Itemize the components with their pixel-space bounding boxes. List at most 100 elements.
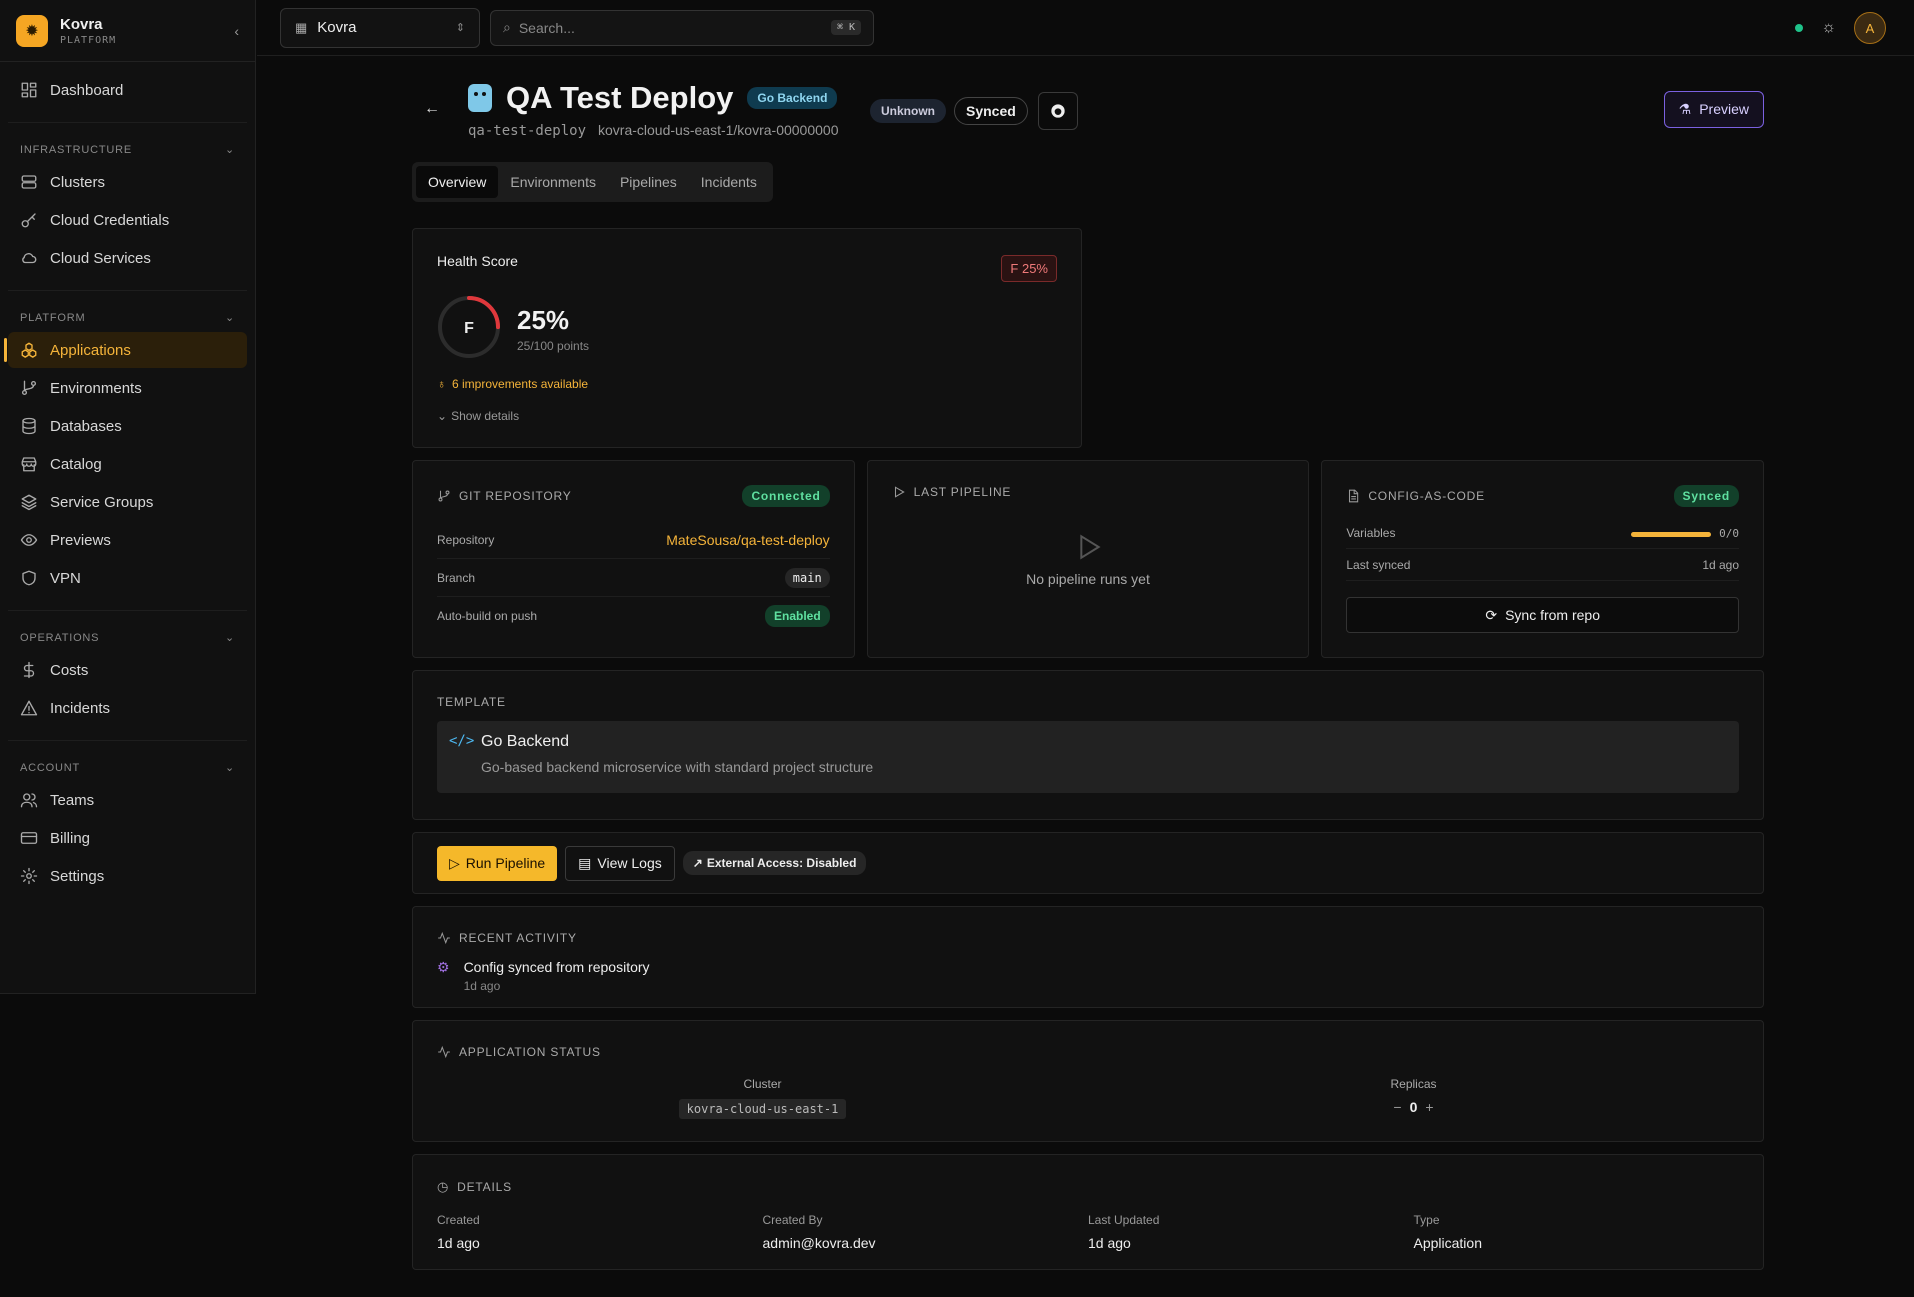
sidebar-item-service-groups[interactable]: Service Groups bbox=[8, 484, 247, 520]
template-badge: Go Backend bbox=[747, 87, 838, 109]
activity-title: Config synced from repository bbox=[463, 959, 650, 975]
sidebar-item-label: Clusters bbox=[50, 173, 106, 191]
sync-from-repo-button[interactable]: ⟳ Sync from repo bbox=[1346, 597, 1740, 633]
sidebar: ✹ Kovra PLATFORM ‹ Dashboard INFRASTRUCT… bbox=[0, 0, 256, 994]
improvements-label: 6 improvements available bbox=[452, 377, 589, 391]
sidebar-item-incidents[interactable]: Incidents bbox=[8, 690, 247, 726]
refresh-icon: ⟳ bbox=[1485, 606, 1498, 623]
back-arrow-icon[interactable]: ← bbox=[424, 100, 440, 118]
tab-pipelines[interactable]: Pipelines bbox=[608, 166, 689, 198]
view-logs-button[interactable]: ▤ View Logs bbox=[565, 845, 675, 881]
github-button[interactable] bbox=[1037, 92, 1078, 130]
sidebar-item-label: Incidents bbox=[50, 699, 111, 717]
section-title: INFRASTRUCTURE bbox=[20, 143, 133, 156]
sidebar-item-settings[interactable]: Settings bbox=[8, 858, 247, 894]
code-icon: </> bbox=[449, 733, 475, 749]
search-input[interactable]: ⌕ Search... ⌘ K bbox=[490, 9, 874, 46]
activity-icon bbox=[438, 931, 450, 945]
tab-incidents[interactable]: Incidents bbox=[689, 166, 769, 198]
sidebar-item-clusters[interactable]: Clusters bbox=[8, 164, 247, 200]
template-item[interactable]: </> Go Backend Go-based backend microser… bbox=[437, 721, 1739, 793]
sidebar-item-billing[interactable]: Billing bbox=[8, 820, 247, 856]
empty-state-text: No pipeline runs yet bbox=[1026, 571, 1150, 587]
credit-card-icon bbox=[20, 832, 38, 844]
play-icon bbox=[1080, 534, 1101, 560]
increment-button[interactable]: + bbox=[1425, 1099, 1433, 1115]
sidebar-item-cloud-credentials[interactable]: Cloud Credentials bbox=[8, 202, 247, 238]
repository-link[interactable]: MateSousa/qa-test-deploy bbox=[666, 532, 829, 548]
dashboard-icon bbox=[21, 82, 37, 98]
section-infrastructure[interactable]: INFRASTRUCTURE ⌄ bbox=[8, 122, 247, 160]
sidebar-item-environments[interactable]: Environments bbox=[8, 370, 247, 406]
branch-label: Branch bbox=[437, 570, 476, 585]
show-details-toggle[interactable]: ⌄ Show details bbox=[437, 409, 519, 423]
org-switcher[interactable]: ▦ Kovra ⇕ bbox=[280, 7, 480, 48]
avatar[interactable]: A bbox=[1854, 12, 1886, 44]
cloud-icon bbox=[22, 253, 37, 264]
cluster-chip: kovra-cloud-us-east-1 bbox=[678, 1099, 847, 1119]
branch-chip: main bbox=[784, 567, 830, 588]
variables-label: Variables bbox=[1346, 525, 1396, 540]
page-title: QA Test Deploy bbox=[506, 80, 734, 115]
section-operations[interactable]: OPERATIONS ⌄ bbox=[8, 610, 247, 648]
run-pipeline-button[interactable]: ▷ Run Pipeline bbox=[437, 845, 558, 881]
branch-row: Branch main bbox=[437, 559, 830, 597]
building-icon: ▦ bbox=[295, 19, 308, 35]
decrement-button[interactable]: − bbox=[1393, 1099, 1401, 1115]
variables-row: Variables 0/0 bbox=[1346, 517, 1740, 549]
gear-icon: ⚙ bbox=[437, 959, 450, 975]
key-icon bbox=[21, 213, 36, 228]
last-synced-label: Last synced bbox=[1346, 557, 1411, 572]
section-account[interactable]: ACCOUNT ⌄ bbox=[8, 740, 247, 778]
sidebar-item-databases[interactable]: Databases bbox=[8, 408, 247, 444]
lightbulb-icon: ♁ bbox=[437, 377, 446, 391]
sidebar-item-label: Billing bbox=[50, 829, 91, 847]
sun-icon[interactable]: ☼ bbox=[1821, 19, 1836, 37]
brand-subtitle: PLATFORM bbox=[60, 34, 117, 46]
sidebar-item-costs[interactable]: Costs bbox=[8, 652, 247, 688]
external-link-icon: ↗ bbox=[692, 856, 703, 870]
card-title: APPLICATION STATUS bbox=[459, 1045, 601, 1059]
tab-environments[interactable]: Environments bbox=[498, 166, 608, 198]
main-content: ← QA Test Deploy Go Backend qa-test-depl… bbox=[412, 56, 1765, 1270]
collapse-sidebar-icon[interactable]: ‹ bbox=[234, 23, 239, 39]
gear-icon bbox=[20, 867, 38, 885]
chevron-updown-icon: ⇕ bbox=[455, 22, 465, 34]
search-placeholder: Search... bbox=[518, 19, 575, 36]
sidebar-item-cloud-services[interactable]: Cloud Services bbox=[8, 240, 247, 276]
sidebar-item-previews[interactable]: Previews bbox=[8, 522, 247, 558]
sidebar-item-label: Dashboard bbox=[50, 81, 124, 99]
file-icon: ▤ bbox=[578, 854, 592, 871]
org-name: Kovra bbox=[317, 19, 357, 36]
sidebar-item-catalog[interactable]: Catalog bbox=[8, 446, 247, 482]
details-card: ◷ DETAILS Created 1d ago Created By admin@k… bbox=[412, 1154, 1764, 1270]
shortcut-hint: ⌘ K bbox=[830, 20, 861, 35]
sidebar-item-label: Databases bbox=[50, 417, 122, 435]
repository-row: Repository MateSousa/qa-test-deploy bbox=[437, 521, 830, 559]
flask-icon: ⚗ bbox=[1678, 101, 1692, 117]
sidebar-item-dashboard[interactable]: Dashboard bbox=[8, 72, 247, 108]
sidebar-item-vpn[interactable]: VPN bbox=[8, 560, 247, 596]
tabs: Overview Environments Pipelines Incident… bbox=[412, 162, 773, 202]
chevron-down-icon: ⌄ bbox=[224, 312, 235, 324]
improvements-link[interactable]: ♁ 6 improvements available bbox=[437, 377, 588, 391]
sidebar-item-applications[interactable]: Applications bbox=[4, 332, 247, 368]
variables-bar bbox=[1631, 531, 1712, 537]
sidebar-item-label: Cloud Credentials bbox=[50, 211, 170, 229]
sidebar-item-teams[interactable]: Teams bbox=[8, 782, 247, 818]
last-updated-value: 1d ago bbox=[1088, 1235, 1131, 1251]
section-platform[interactable]: PLATFORM ⌄ bbox=[8, 290, 247, 328]
grade-badge: F 25% bbox=[1001, 255, 1057, 282]
preview-button[interactable]: ⚗ Preview bbox=[1663, 91, 1764, 128]
sidebar-item-label: Previews bbox=[50, 531, 111, 549]
cluster-label: Cluster bbox=[743, 1077, 782, 1091]
external-access-badge[interactable]: ↗ External Access: Disabled bbox=[682, 851, 867, 875]
clock-icon: ◷ bbox=[437, 1179, 450, 1194]
sidebar-item-label: Environments bbox=[50, 379, 142, 397]
cluster-path: kovra-cloud-us-east-1/kovra-00000000 bbox=[598, 122, 839, 138]
sidebar-item-label: Costs bbox=[50, 661, 89, 679]
card-title: GIT REPOSITORY bbox=[459, 489, 572, 503]
play-icon bbox=[894, 486, 905, 498]
tab-overview[interactable]: Overview bbox=[416, 166, 499, 198]
health-gauge: F bbox=[438, 296, 500, 358]
